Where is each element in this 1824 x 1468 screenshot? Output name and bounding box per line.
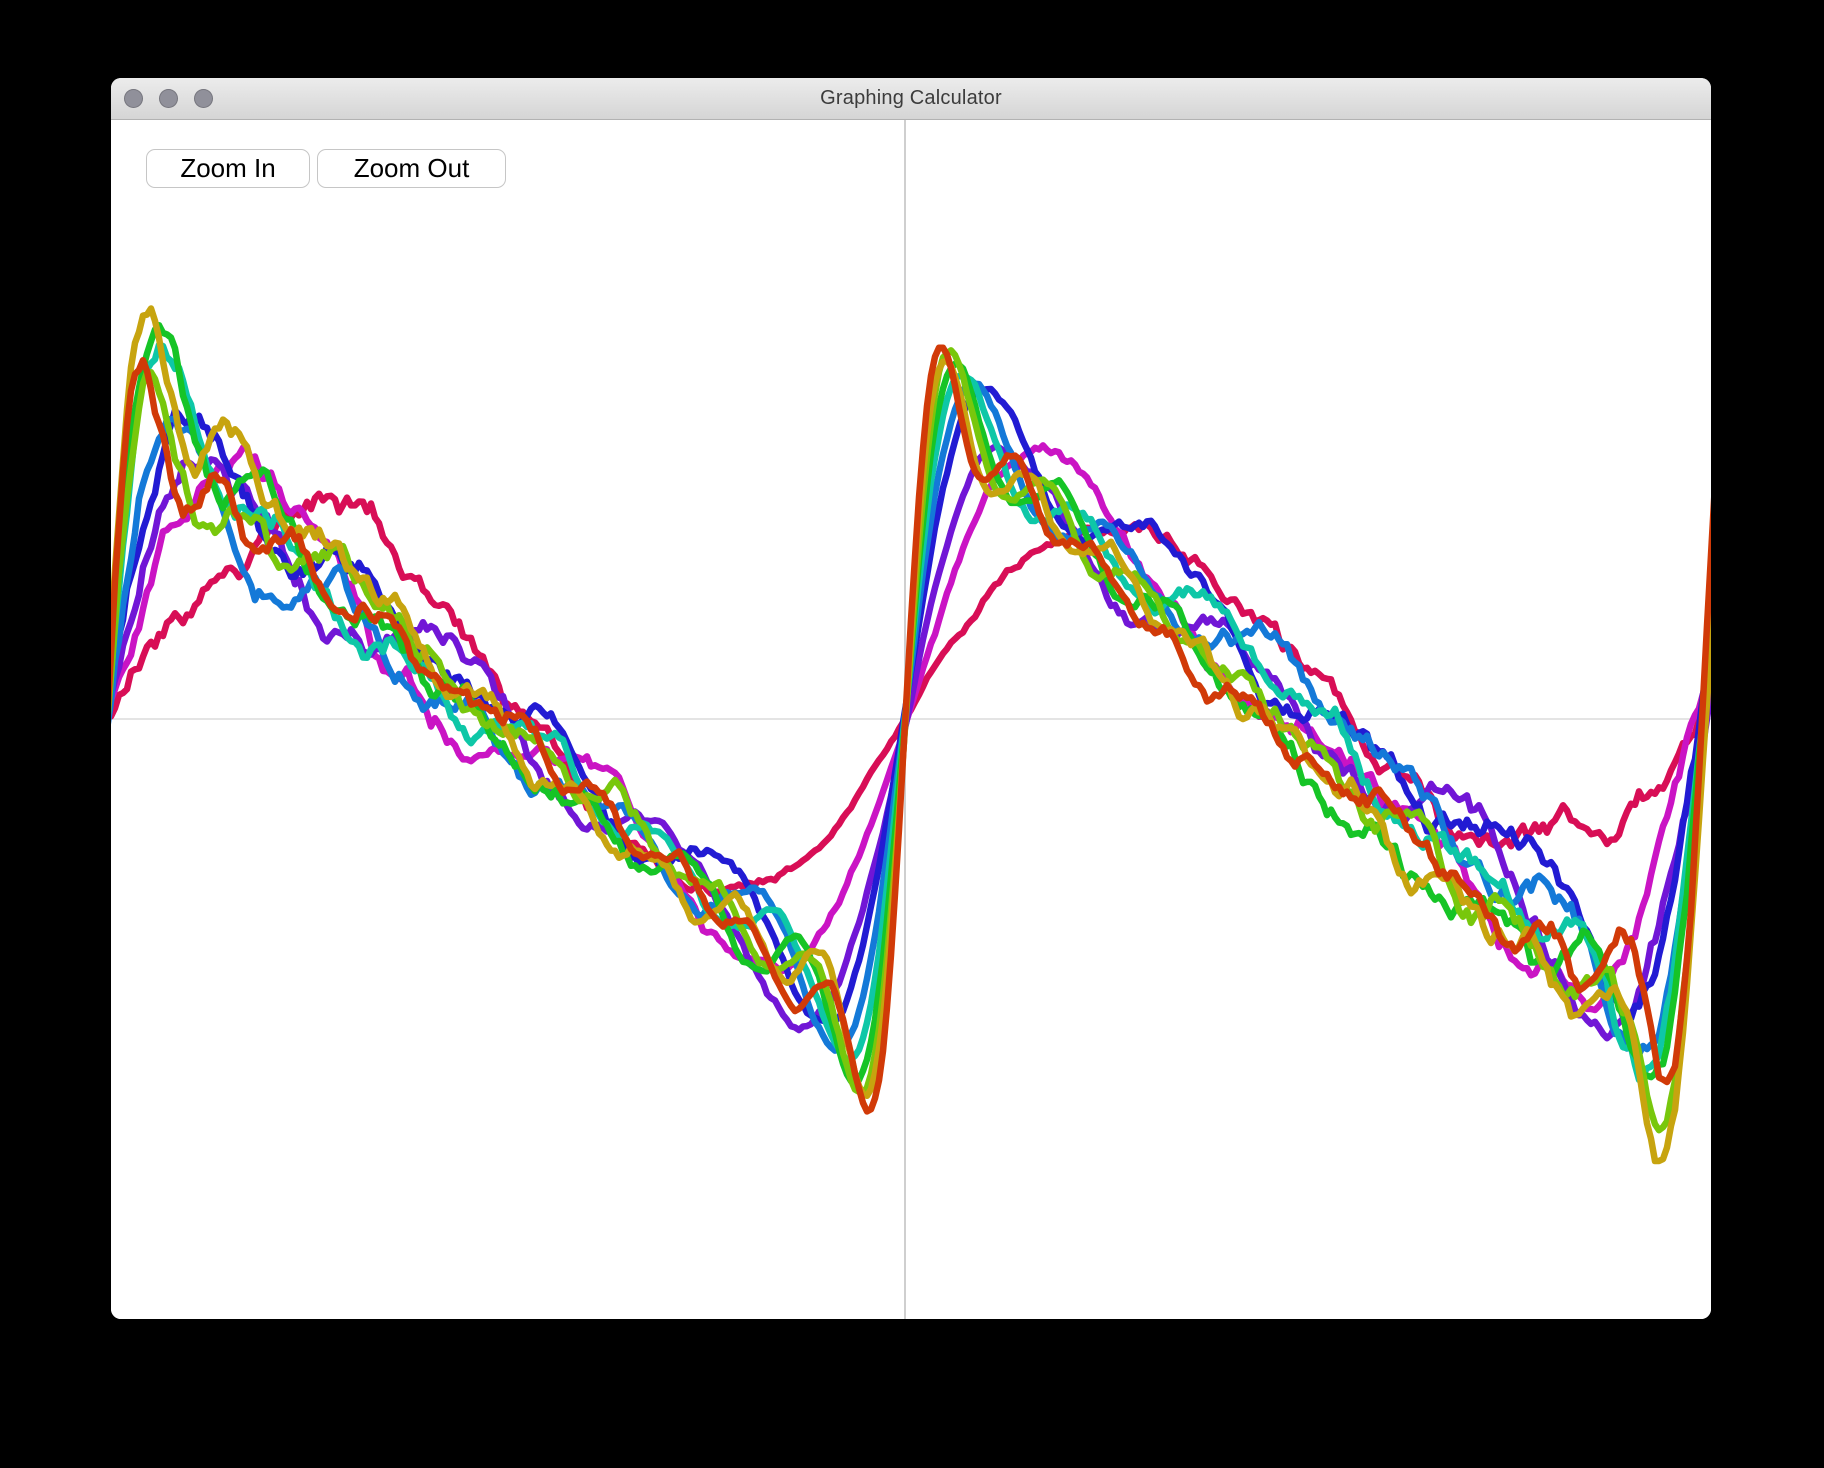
- app-window: Graphing Calculator Zoom In Zoom Out: [111, 78, 1711, 1319]
- curve-red: [111, 348, 1711, 1112]
- plot-svg[interactable]: [111, 120, 1711, 1319]
- plot-area: Zoom In Zoom Out: [111, 120, 1711, 1319]
- axes: [111, 120, 1711, 1319]
- close-icon[interactable]: [124, 89, 143, 108]
- window-title: Graphing Calculator: [820, 87, 1002, 110]
- zoom-window-icon[interactable]: [194, 89, 213, 108]
- screen-background: { "window": { "title": "Graphing Calcula…: [0, 0, 1824, 1468]
- zoom-in-button[interactable]: Zoom In: [146, 149, 310, 188]
- curve-yellow-green: [111, 350, 1711, 1130]
- zoom-out-button[interactable]: Zoom Out: [317, 149, 506, 188]
- traffic-lights: [124, 78, 213, 119]
- curves: [111, 309, 1711, 1162]
- title-bar[interactable]: Graphing Calculator: [111, 78, 1711, 120]
- toolbar: Zoom In Zoom Out: [146, 149, 506, 188]
- minimize-icon[interactable]: [159, 89, 178, 108]
- curve-violet: [111, 447, 1711, 1038]
- curve-gold: [111, 309, 1711, 1162]
